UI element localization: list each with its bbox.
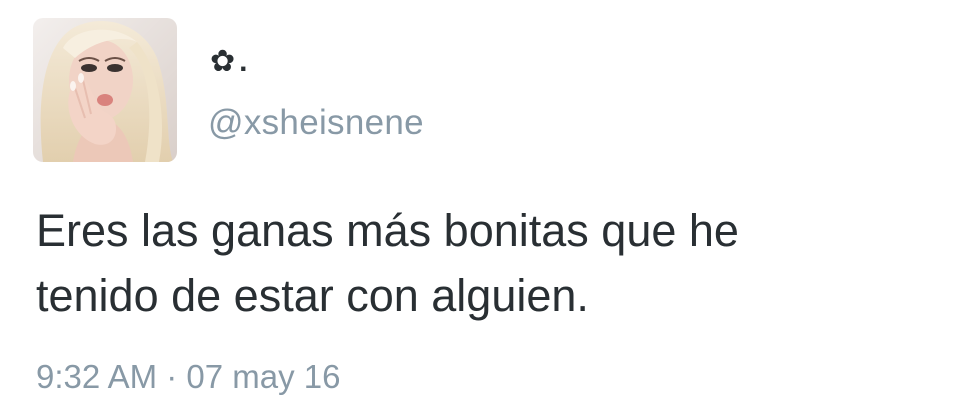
- tweet-text-line: Eres las ganas más bonitas que he: [36, 205, 739, 256]
- user-handle[interactable]: @xsheisnene: [208, 103, 424, 143]
- tweet-card: ✿ . @xsheisnene Eres las ganas más bonit…: [0, 0, 960, 420]
- tweet-text-line: tenido de estar con alguien.: [36, 270, 589, 321]
- tweet-text: Eres las ganas más bonitas que he tenido…: [36, 198, 916, 328]
- display-name-suffix: .: [239, 45, 248, 78]
- flower-icon: ✿: [210, 44, 236, 79]
- avatar[interactable]: [33, 18, 177, 162]
- display-name[interactable]: ✿ .: [210, 42, 247, 82]
- avatar-photo: [33, 18, 177, 162]
- tweet-timestamp[interactable]: 9:32 AM · 07 may 16: [36, 358, 341, 396]
